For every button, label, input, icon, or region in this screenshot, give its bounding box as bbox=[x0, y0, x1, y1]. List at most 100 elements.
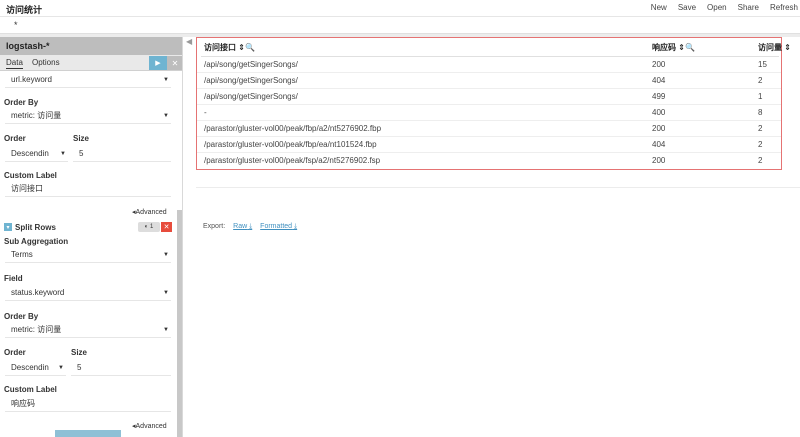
table-row: /parastor/gluster-vol00/peak/fsp/a2/nt52… bbox=[197, 153, 781, 169]
tab-data[interactable]: Data bbox=[6, 58, 23, 69]
page-title: 访问统计 bbox=[6, 5, 43, 15]
column-header-status[interactable]: 响应码 ⇕🔍 bbox=[652, 42, 695, 53]
search-icon[interactable]: 🔍 bbox=[685, 43, 695, 52]
order-label: Order bbox=[4, 134, 26, 143]
table-cell: 2 bbox=[758, 140, 763, 149]
search-icon[interactable]: 🔍 bbox=[245, 43, 255, 52]
collapse-sidebar-icon[interactable]: ◀ bbox=[186, 37, 192, 46]
order-label: Order bbox=[4, 348, 26, 357]
sort-icon[interactable]: ⇕ bbox=[678, 43, 685, 52]
column-header-label: 响应码 bbox=[652, 43, 676, 52]
sidebar-tabs: Data Options ▶ ✕ bbox=[0, 55, 182, 71]
sidebar: logstash-* Data Options ▶ ✕ url.keyword … bbox=[0, 37, 183, 437]
export-raw-label: Raw bbox=[233, 223, 248, 230]
table-row: /parastor/gluster-vol00/peak/fbp/ea/nt10… bbox=[197, 137, 781, 153]
custom-label-input[interactable]: 访问接口 bbox=[5, 181, 171, 197]
index-pattern-title: logstash-* bbox=[6, 41, 50, 51]
refresh-button[interactable]: Refresh bbox=[770, 3, 798, 12]
advanced-label: Advanced bbox=[135, 209, 167, 216]
sidebar-scrollbar[interactable] bbox=[177, 210, 182, 437]
download-icon: ⤓ bbox=[294, 223, 298, 230]
size-label: Size bbox=[71, 348, 88, 357]
order-by-value: metric: 访问量 bbox=[11, 325, 62, 334]
new-button[interactable]: New bbox=[651, 3, 667, 12]
size-input[interactable]: 5 bbox=[71, 360, 171, 376]
export-label: Export: bbox=[203, 223, 226, 230]
split-rows-header: ▾ Split Rows ◐ 1 ✕ bbox=[0, 220, 176, 234]
sort-icon[interactable]: ⇕ bbox=[238, 43, 245, 52]
table-row: /parastor/gluster-vol00/peak/fbp/a2/nt52… bbox=[197, 121, 781, 137]
column-header-label: 访问量 bbox=[758, 43, 782, 52]
advanced-toggle[interactable]: ◂Advanced bbox=[132, 422, 167, 430]
data-table: 访问接口 ⇕🔍 响应码 ⇕🔍 访问量 ⇕ /api/song/getSinger… bbox=[196, 37, 791, 170]
sub-aggregation-select[interactable]: Terms ▼ bbox=[5, 247, 171, 263]
chevron-down-icon: ▼ bbox=[163, 290, 169, 296]
order-by-select[interactable]: metric: 访问量 ▼ bbox=[5, 322, 171, 338]
column-header-count[interactable]: 访问量 ⇕ bbox=[758, 42, 791, 53]
chevron-down-icon: ▼ bbox=[58, 365, 64, 371]
visualization-area: 访问接口 ⇕🔍 响应码 ⇕🔍 访问量 ⇕ /api/song/getSinger… bbox=[194, 37, 800, 437]
caret-down-icon[interactable]: ▾ bbox=[4, 223, 12, 231]
chevron-down-icon: ▼ bbox=[163, 113, 169, 119]
toggle-agg-button[interactable]: ◐ 1 bbox=[138, 222, 160, 232]
table-cell: 499 bbox=[652, 92, 666, 101]
split-rows-title: Split Rows bbox=[15, 223, 56, 232]
advanced-toggle[interactable]: ◂Advanced bbox=[132, 208, 167, 216]
table-cell: 404 bbox=[652, 140, 666, 149]
table-cell: 2 bbox=[758, 156, 763, 165]
table-cell: 404 bbox=[652, 76, 666, 85]
size-input[interactable]: 5 bbox=[73, 146, 171, 162]
custom-label-input[interactable]: 响应码 bbox=[5, 396, 171, 412]
download-icon: ⤓ bbox=[249, 223, 253, 230]
tab-options[interactable]: Options bbox=[32, 58, 60, 67]
field-select-status[interactable]: status.keyword ▼ bbox=[5, 285, 171, 301]
discard-button[interactable]: ✕ bbox=[167, 56, 182, 70]
table-cell: 2 bbox=[758, 76, 763, 85]
order-by-select[interactable]: metric: 访问量 ▼ bbox=[5, 108, 171, 124]
column-header-url[interactable]: 访问接口 ⇕🔍 bbox=[204, 42, 255, 53]
sort-icon[interactable]: ⇕ bbox=[784, 43, 791, 52]
open-button[interactable]: Open bbox=[707, 3, 727, 12]
table-cell: 200 bbox=[652, 124, 666, 133]
table-cell: 8 bbox=[758, 108, 763, 117]
share-button[interactable]: Share bbox=[738, 3, 759, 12]
field-select-url[interactable]: url.keyword ▼ bbox=[5, 72, 171, 88]
chevron-down-icon: ▼ bbox=[163, 252, 169, 258]
field-label: Field bbox=[4, 274, 23, 283]
order-value: Descendin bbox=[11, 149, 49, 158]
sub-aggregation-value: Terms bbox=[11, 250, 33, 259]
table-cell: 400 bbox=[652, 108, 666, 117]
remove-agg-button[interactable]: ✕ bbox=[161, 222, 172, 232]
index-pattern-header: logstash-* bbox=[0, 37, 182, 55]
add-sub-buckets-button[interactable] bbox=[55, 430, 121, 437]
table-cell: /parastor/gluster-vol00/peak/fbp/ea/nt10… bbox=[204, 140, 377, 149]
top-bar: 访问统计 New Save Open Share Refresh bbox=[0, 0, 800, 17]
custom-label-label: Custom Label bbox=[4, 171, 57, 180]
table-row: /api/song/getSingerSongs/ 499 1 bbox=[197, 89, 781, 105]
size-label: Size bbox=[73, 134, 90, 143]
column-header-label: 访问接口 bbox=[204, 43, 236, 52]
chevron-down-icon: ▼ bbox=[163, 77, 169, 83]
sub-aggregation-label: Sub Aggregation bbox=[4, 237, 69, 246]
table-cell: /api/song/getSingerSongs/ bbox=[204, 60, 298, 69]
export-formatted-link[interactable]: Formatted ⤓ bbox=[260, 223, 297, 230]
query-input[interactable] bbox=[6, 18, 792, 32]
table-cell: 2 bbox=[758, 124, 763, 133]
agg-count: 1 bbox=[149, 224, 154, 230]
chevron-down-icon: ▼ bbox=[60, 151, 66, 157]
custom-label-label: Custom Label bbox=[4, 385, 57, 394]
apply-button[interactable]: ▶ bbox=[149, 56, 167, 70]
field-select-value: url.keyword bbox=[11, 75, 52, 84]
export-raw-link[interactable]: Raw ⤓ bbox=[233, 223, 252, 230]
order-select[interactable]: Descendin ▼ bbox=[5, 360, 66, 376]
save-button[interactable]: Save bbox=[678, 3, 696, 12]
table-row: /api/song/getSingerSongs/ 200 15 bbox=[197, 57, 781, 73]
query-bar bbox=[0, 17, 800, 34]
table-cell: /api/song/getSingerSongs/ bbox=[204, 92, 298, 101]
export-bar: Export: Raw ⤓ Formatted ⤓ bbox=[203, 223, 297, 231]
table-cell: - bbox=[204, 108, 207, 117]
order-select[interactable]: Descendin ▼ bbox=[5, 146, 68, 162]
order-by-label: Order By bbox=[4, 312, 39, 321]
advanced-label: Advanced bbox=[135, 423, 167, 430]
table-row: - 400 8 bbox=[197, 105, 781, 121]
